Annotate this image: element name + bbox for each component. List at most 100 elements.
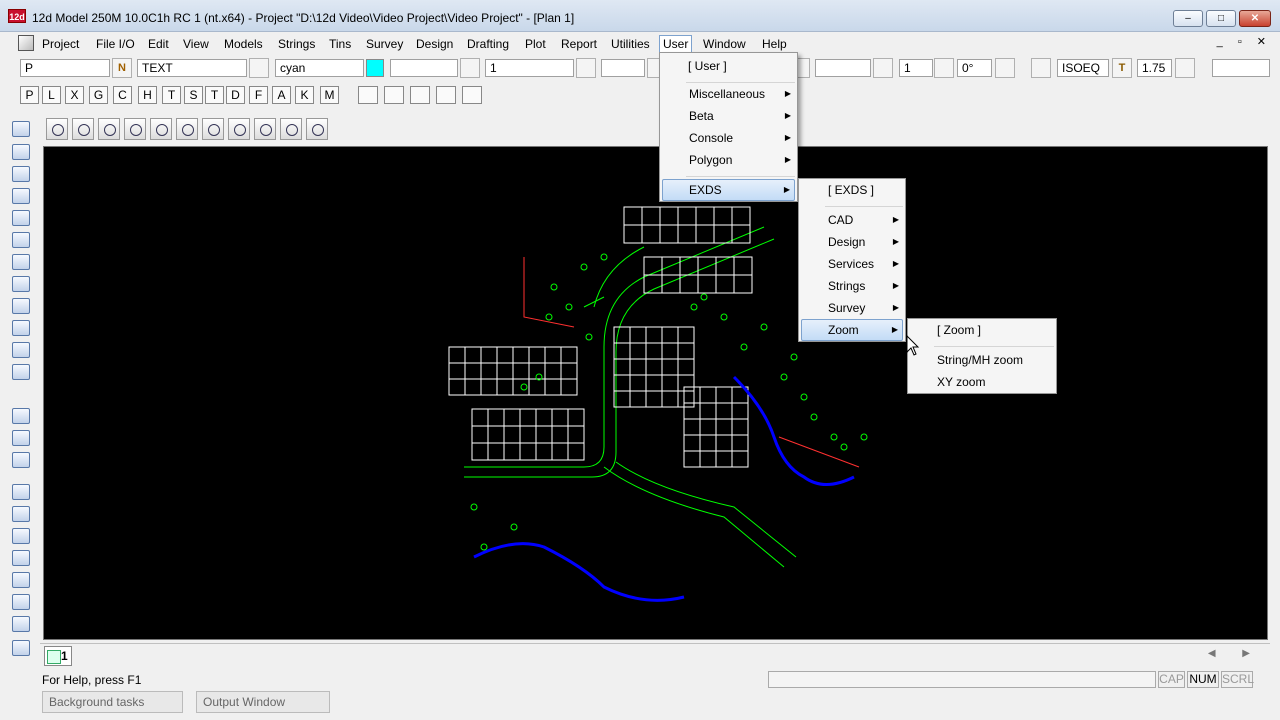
snap-p-button[interactable]: P xyxy=(20,86,39,104)
text-field[interactable]: TEXT xyxy=(137,59,247,77)
angle-icon[interactable] xyxy=(995,58,1015,78)
app-icon[interactable]: 12d xyxy=(8,9,26,23)
blank-field-4[interactable] xyxy=(1212,59,1270,77)
measure-tool-icon[interactable] xyxy=(12,408,30,424)
info-tool-icon[interactable] xyxy=(12,506,30,522)
snap-m-button[interactable]: M xyxy=(320,86,339,104)
textstyle-field[interactable]: ISOEQ xyxy=(1057,59,1109,77)
model-new-button[interactable]: N xyxy=(112,58,132,78)
blank-field-1[interactable] xyxy=(390,59,458,77)
print-icon[interactable] xyxy=(306,118,328,140)
snap-f-button[interactable]: F xyxy=(249,86,268,104)
close-button[interactable]: ✕ xyxy=(1239,10,1271,27)
menu-item-console[interactable]: Console ▶ xyxy=(662,127,795,149)
exds-menu-header[interactable]: [ EXDS ] xyxy=(801,179,903,201)
funnel-tool-icon[interactable] xyxy=(12,430,30,446)
z-value-icon[interactable] xyxy=(460,58,480,78)
pen-tool-icon[interactable] xyxy=(12,484,30,500)
snap-mode-icon-1[interactable] xyxy=(358,86,378,104)
arc-tool-icon[interactable] xyxy=(12,210,30,226)
menu-item-survey[interactable]: Survey ▶ xyxy=(801,297,903,319)
layers-icon[interactable] xyxy=(249,58,269,78)
polygon-tool-icon[interactable] xyxy=(12,320,30,336)
text-button[interactable]: T xyxy=(1112,58,1132,78)
menu-item-design[interactable]: Design ▶ xyxy=(801,231,903,253)
menu-drafting[interactable]: Drafting xyxy=(463,35,513,53)
snap-x-button[interactable]: X xyxy=(65,86,84,104)
maximize-button[interactable]: □ xyxy=(1206,10,1236,27)
plan-1-tab[interactable]: 1 xyxy=(44,646,72,666)
text-style-icon[interactable] xyxy=(1031,58,1051,78)
menu-item-cad[interactable]: CAD ▶ xyxy=(801,209,903,231)
snap-g-button[interactable]: G xyxy=(89,86,108,104)
network-icon[interactable] xyxy=(934,58,954,78)
snap-k-button[interactable]: K xyxy=(295,86,314,104)
menu-report[interactable]: Report xyxy=(557,35,601,53)
tools-icon[interactable] xyxy=(254,118,276,140)
menu-edit[interactable]: Edit xyxy=(144,35,173,53)
zoom-window-icon[interactable] xyxy=(124,118,146,140)
delete-tool-icon[interactable] xyxy=(12,452,30,468)
linestyle-icon[interactable] xyxy=(576,58,596,78)
zoom-menu-header[interactable]: [ Zoom ] xyxy=(910,319,1054,341)
angle-field[interactable]: 0° xyxy=(957,59,992,77)
style-field[interactable]: 1 xyxy=(899,59,933,77)
menu-survey[interactable]: Survey xyxy=(362,35,407,53)
snap-a-button[interactable]: A xyxy=(272,86,291,104)
zoom-out-minus-icon[interactable] xyxy=(98,118,120,140)
model-field[interactable]: P xyxy=(20,59,110,77)
menu-window[interactable]: Window xyxy=(699,35,750,53)
output-window-tab[interactable]: Output Window xyxy=(196,691,330,713)
menu-item-polygon[interactable]: Polygon ▶ xyxy=(662,149,795,171)
snap-mode-icon-2[interactable] xyxy=(384,86,404,104)
menu-item-string-mh-zoom[interactable]: String/MH zoom xyxy=(910,349,1054,371)
copy-tool-icon[interactable] xyxy=(12,342,30,358)
select-tool-icon[interactable] xyxy=(12,298,30,314)
size-field[interactable]: 1.75 xyxy=(1137,59,1172,77)
pan-icon[interactable] xyxy=(150,118,172,140)
blank-field-2[interactable] xyxy=(601,59,645,77)
colour-field[interactable]: cyan xyxy=(275,59,364,77)
background-tasks-tab[interactable]: Background tasks xyxy=(42,691,183,713)
zoom-fit-icon[interactable] xyxy=(202,118,224,140)
menu-user[interactable]: User xyxy=(659,35,693,53)
blank-field-3[interactable] xyxy=(815,59,871,77)
rotate-icon[interactable] xyxy=(873,58,893,78)
snap-t2-button[interactable]: T xyxy=(205,86,224,104)
menu-item-xy-zoom[interactable]: XY zoom xyxy=(910,371,1054,393)
user-menu-header[interactable]: [ User ] xyxy=(662,55,795,77)
snap-l-button[interactable]: L xyxy=(42,86,61,104)
point-tool-icon[interactable] xyxy=(12,121,30,137)
menu-item-exds[interactable]: EXDS ▶ xyxy=(662,179,795,201)
circle-tool-icon[interactable] xyxy=(12,188,30,204)
settings-icon[interactable] xyxy=(280,118,302,140)
cross-tool-icon[interactable] xyxy=(12,144,30,160)
plan-save-icon[interactable] xyxy=(46,118,68,140)
levels-tool-icon[interactable] xyxy=(12,528,30,544)
edit-tool-icon[interactable] xyxy=(12,276,30,292)
zoom-in-plus-icon[interactable] xyxy=(72,118,94,140)
menu-item-miscellaneous[interactable]: Miscellaneous ▶ xyxy=(662,83,795,105)
weight-field[interactable]: 1 xyxy=(485,59,574,77)
snap-s-button[interactable]: S xyxy=(184,86,203,104)
snap-c-button[interactable]: C xyxy=(113,86,132,104)
mdi-controls[interactable]: _ ▫ ✕ xyxy=(1217,35,1272,48)
menu-file-io[interactable]: File I/O xyxy=(92,35,139,53)
brush-tool-icon[interactable] xyxy=(12,572,30,588)
menu-help[interactable]: Help xyxy=(758,35,791,53)
menu-models[interactable]: Models xyxy=(220,35,267,53)
snap-t-button[interactable]: T xyxy=(162,86,181,104)
snap-mode-icon-5[interactable] xyxy=(462,86,482,104)
snap-mode-icon-3[interactable] xyxy=(410,86,430,104)
zoom-extent-icon[interactable] xyxy=(176,118,198,140)
box-tool-icon[interactable] xyxy=(12,594,30,610)
menu-item-services[interactable]: Services ▶ xyxy=(801,253,903,275)
rectangle-tool-icon[interactable] xyxy=(12,232,30,248)
ruler-icon[interactable] xyxy=(1175,58,1195,78)
colour-swatch[interactable] xyxy=(366,59,384,77)
line-tool-icon[interactable] xyxy=(12,166,30,182)
menu-item-strings[interactable]: Strings ▶ xyxy=(801,275,903,297)
zoom-icon[interactable] xyxy=(228,118,250,140)
snap-mode-icon-4[interactable] xyxy=(436,86,456,104)
plan-canvas[interactable] xyxy=(43,146,1268,640)
